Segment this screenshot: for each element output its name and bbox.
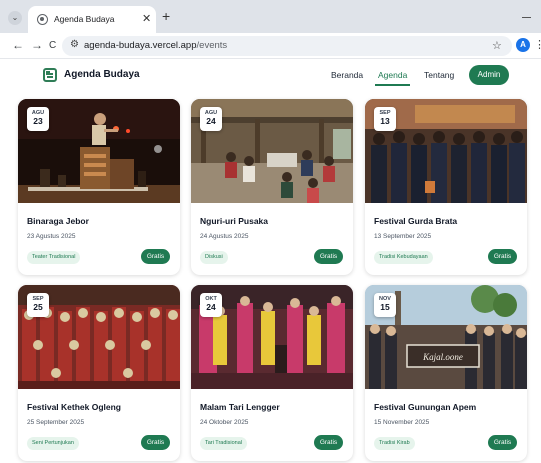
event-card[interactable]: SEP 13 Festival Gurda Brata 13 September… xyxy=(365,99,527,275)
event-date: 24 Oktober 2025 xyxy=(200,419,249,426)
event-title[interactable]: Nguri-uri Pusaka xyxy=(200,216,268,226)
event-date: 24 Agustus 2025 xyxy=(200,233,249,240)
nav-link-tentang[interactable]: Tentang xyxy=(424,70,454,80)
browser-menu-icon[interactable]: ⋮ xyxy=(534,38,541,52)
admin-button[interactable]: Admin xyxy=(469,65,509,85)
category-badge: Tari Tradisional xyxy=(200,437,247,450)
category-badge: Tradisi Kebudayaan xyxy=(374,251,433,264)
date-badge: OKT 24 xyxy=(200,293,222,317)
minimize-icon[interactable] xyxy=(522,17,531,18)
close-icon[interactable]: ✕ xyxy=(142,12,151,25)
date-badge: AGU 24 xyxy=(200,107,222,131)
event-card[interactable]: AGU 24 Nguri-uri Pusaka 24 Agustus 2025 … xyxy=(191,99,353,275)
event-date: 25 September 2025 xyxy=(27,419,85,426)
site-settings-icon[interactable]: ⚙ xyxy=(70,39,79,50)
price-badge[interactable]: Gratis xyxy=(488,249,517,264)
banner-text: Kajal.oone xyxy=(422,352,463,362)
reload-button[interactable]: C xyxy=(49,39,56,53)
event-photo-discussion: AGU 24 xyxy=(191,99,353,203)
address-bar[interactable]: ⚙ agenda-budaya.vercel.app/events ☆ xyxy=(62,36,512,56)
price-badge[interactable]: Gratis xyxy=(141,249,170,264)
url-path: /events xyxy=(196,40,228,51)
event-photo-ceremony: SEP 13 xyxy=(365,99,527,203)
price-badge[interactable]: Gratis xyxy=(141,435,170,450)
date-day: 25 xyxy=(33,302,43,312)
date-day: 15 xyxy=(380,302,390,312)
date-day: 23 xyxy=(33,116,43,126)
date-day: 24 xyxy=(206,116,216,126)
url-text: agenda-budaya.vercel.app/events xyxy=(84,40,227,51)
price-badge[interactable]: Gratis xyxy=(314,435,343,450)
event-title[interactable]: Binaraga Jebor xyxy=(27,216,89,226)
event-card[interactable]: SEP 25 Festival Kethek Ogleng 25 Septemb… xyxy=(18,285,180,461)
site-header: Agenda Budaya Beranda Agenda Tentang Adm… xyxy=(0,60,541,94)
tab-search-icon[interactable]: ⌄ xyxy=(8,11,22,25)
event-photo-performers: SEP 25 xyxy=(18,285,180,389)
event-photo-theater: AGU 23 xyxy=(18,99,180,203)
date-badge: SEP 25 xyxy=(27,293,49,317)
event-card[interactable]: OKT 24 Malam Tari Lengger 24 Oktober 202… xyxy=(191,285,353,461)
url-host: agenda-budaya.vercel.app xyxy=(84,40,197,51)
date-day: 24 xyxy=(206,302,216,312)
nav-link-beranda[interactable]: Beranda xyxy=(331,70,363,80)
category-badge: Tradisi Kirab xyxy=(374,437,415,450)
browser-tab-bar: ⌄ Agenda Budaya ✕ + xyxy=(0,0,541,33)
event-title[interactable]: Festival Gunungan Apem xyxy=(374,402,476,412)
category-badge: Seni Pertunjukan xyxy=(27,437,79,450)
back-button[interactable]: ← xyxy=(12,38,24,52)
event-date: 23 Agustus 2025 xyxy=(27,233,76,240)
forward-button[interactable]: → xyxy=(31,38,43,52)
globe-icon xyxy=(37,14,48,25)
date-badge: AGU 23 xyxy=(27,107,49,131)
event-card[interactable]: AGU 23 Binaraga Jebor 23 Agustus 2025 Te… xyxy=(18,99,180,275)
browser-tab[interactable]: Agenda Budaya ✕ xyxy=(28,6,156,33)
bookmark-star-icon[interactable]: ☆ xyxy=(492,39,502,52)
event-date: 15 November 2025 xyxy=(374,419,430,426)
date-day: 13 xyxy=(380,116,390,126)
browser-toolbar: ← → C ⚙ agenda-budaya.vercel.app/events … xyxy=(0,33,541,59)
event-photo-dancers: OKT 24 xyxy=(191,285,353,389)
tab-title: Agenda Budaya xyxy=(54,14,115,24)
nav-link-agenda[interactable]: Agenda xyxy=(374,70,411,86)
event-title[interactable]: Festival Kethek Ogleng xyxy=(27,402,121,412)
event-photo-procession: Kajal.oone NOV 15 xyxy=(365,285,527,389)
category-badge: Diskusi xyxy=(200,251,228,264)
new-tab-button[interactable]: + xyxy=(162,9,170,23)
price-badge[interactable]: Gratis xyxy=(314,249,343,264)
category-badge: Teater Tradisional xyxy=(27,251,81,264)
event-title[interactable]: Malam Tari Lengger xyxy=(200,402,280,412)
calendar-logo-icon[interactable] xyxy=(43,68,57,82)
event-title[interactable]: Festival Gurda Brata xyxy=(374,216,457,226)
profile-avatar[interactable]: A xyxy=(516,38,530,52)
event-date: 13 September 2025 xyxy=(374,233,432,240)
date-badge: NOV 15 xyxy=(374,293,396,317)
date-badge: SEP 13 xyxy=(374,107,396,131)
event-card[interactable]: Kajal.oone NOV 15 Festival Gunungan Apem… xyxy=(365,285,527,461)
price-badge[interactable]: Gratis xyxy=(488,435,517,450)
site-brand[interactable]: Agenda Budaya xyxy=(64,69,140,80)
